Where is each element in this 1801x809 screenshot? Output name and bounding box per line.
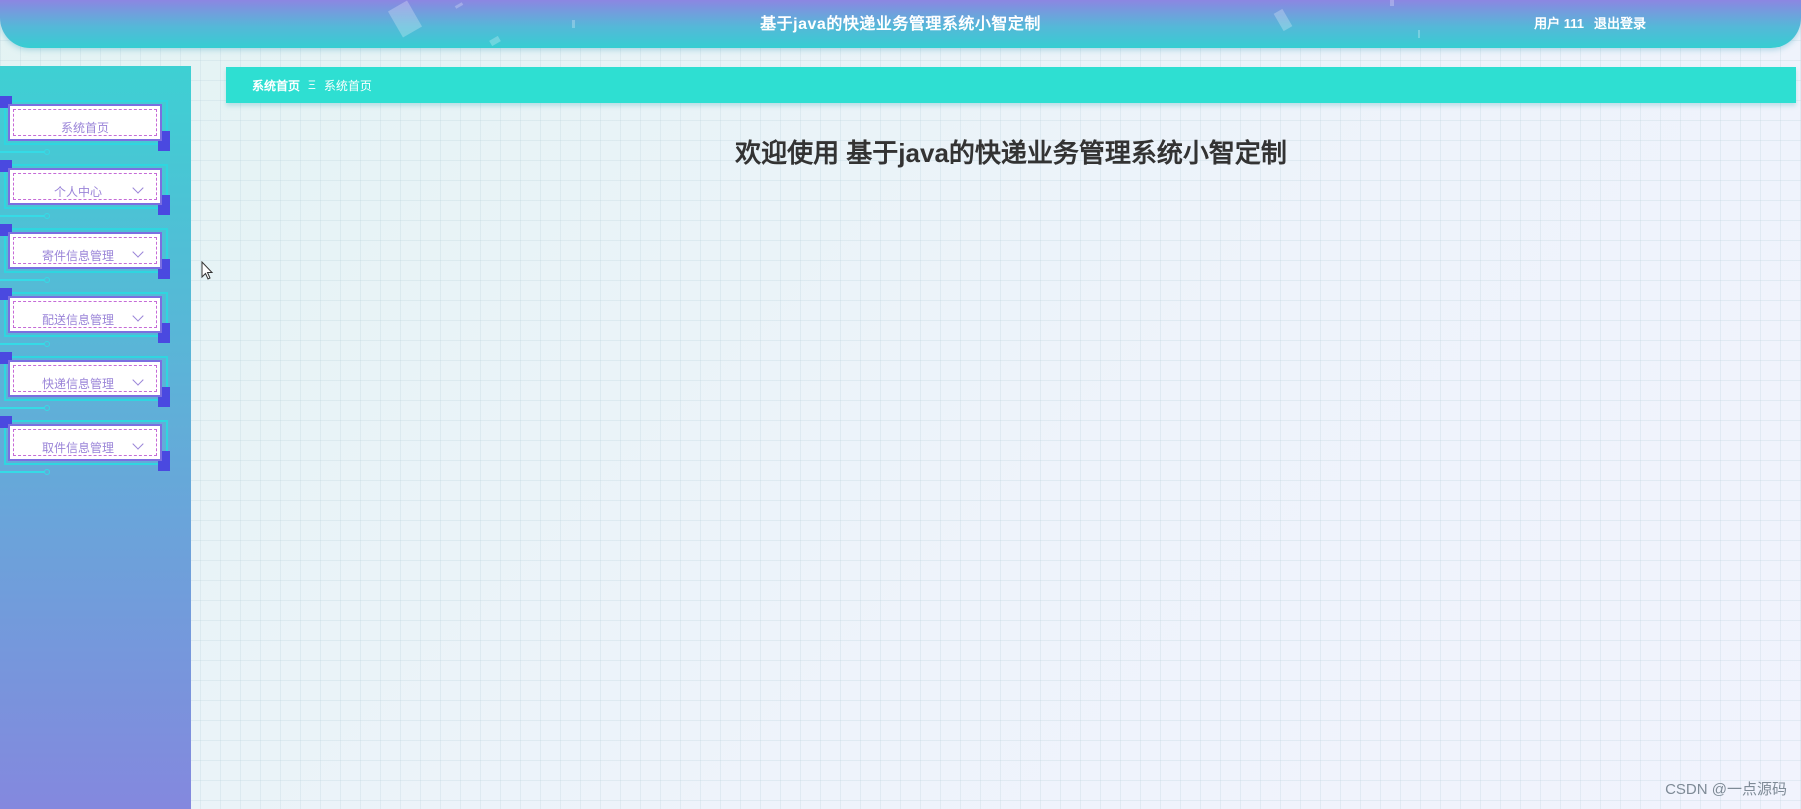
menu-underline — [0, 407, 44, 409]
sidebar-item-label: 取件信息管理 — [41, 441, 114, 455]
header-decoration — [1390, 0, 1394, 6]
breadcrumb-separator-icon: Ξ — [308, 78, 316, 92]
sidebar-item-label: 配送信息管理 — [41, 313, 114, 327]
menu-panel: 个人中心 — [8, 168, 162, 205]
menu-panel: 寄件信息管理 — [8, 232, 162, 269]
menu-dot — [44, 405, 50, 411]
user-area: 用户 111 退出登录 — [1534, 13, 1646, 32]
menu-underline — [0, 215, 44, 217]
sidebar-item-label: 系统首页 — [60, 121, 109, 135]
sidebar-item-personal-center[interactable]: 个人中心 — [0, 160, 170, 219]
mouse-pointer-icon — [201, 260, 215, 285]
menu-dot — [44, 213, 50, 219]
watermark: CSDN @一点源码 — [1665, 781, 1787, 798]
current-user: 用户 111 — [1534, 16, 1584, 31]
breadcrumb-home-link[interactable]: 系统首页 — [252, 77, 300, 94]
header-decoration — [489, 35, 501, 47]
menu-underline — [0, 151, 44, 153]
sidebar-item-delivery-info[interactable]: 配送信息管理 — [0, 288, 170, 347]
sidebar-item-label: 寄件信息管理 — [41, 249, 114, 263]
menu-dot — [44, 149, 50, 155]
menu-underline — [0, 343, 44, 345]
sidebar-item-shipment-info[interactable]: 寄件信息管理 — [0, 224, 170, 283]
sidebar-item-label: 快递信息管理 — [41, 377, 114, 391]
logout-link[interactable]: 退出登录 — [1594, 13, 1646, 32]
menu-dot — [44, 469, 50, 475]
sidebar-item-home[interactable]: 系统首页 — [0, 96, 170, 155]
top-header: 基于java的快递业务管理系统小智定制 用户 111 退出登录 — [0, 0, 1801, 48]
sidebar-item-label: 个人中心 — [53, 185, 102, 199]
menu-panel: 系统首页 — [8, 104, 162, 141]
welcome-heading: 欢迎使用 基于java的快递业务管理系统小智定制 — [735, 138, 1287, 168]
app-title: 基于java的快递业务管理系统小智定制 — [760, 16, 1041, 33]
header-decoration — [454, 2, 464, 9]
menu-dot — [44, 277, 50, 283]
menu-panel: 快递信息管理 — [8, 360, 162, 397]
breadcrumb: 系统首页 Ξ 系统首页 — [226, 67, 1796, 103]
menu-underline — [0, 471, 44, 473]
menu-panel: 取件信息管理 — [8, 424, 162, 461]
breadcrumb-current: 系统首页 — [323, 78, 372, 93]
sidebar: 系统首页 个人中心 寄件信息管理 配送信息管理 快递信息管理 取件信息管理 — [0, 66, 191, 809]
menu-dot — [44, 341, 50, 347]
menu-panel: 配送信息管理 — [8, 296, 162, 333]
menu-underline — [0, 279, 44, 281]
sidebar-item-pickup-info[interactable]: 取件信息管理 — [0, 416, 170, 475]
sidebar-item-express-info[interactable]: 快递信息管理 — [0, 352, 170, 411]
